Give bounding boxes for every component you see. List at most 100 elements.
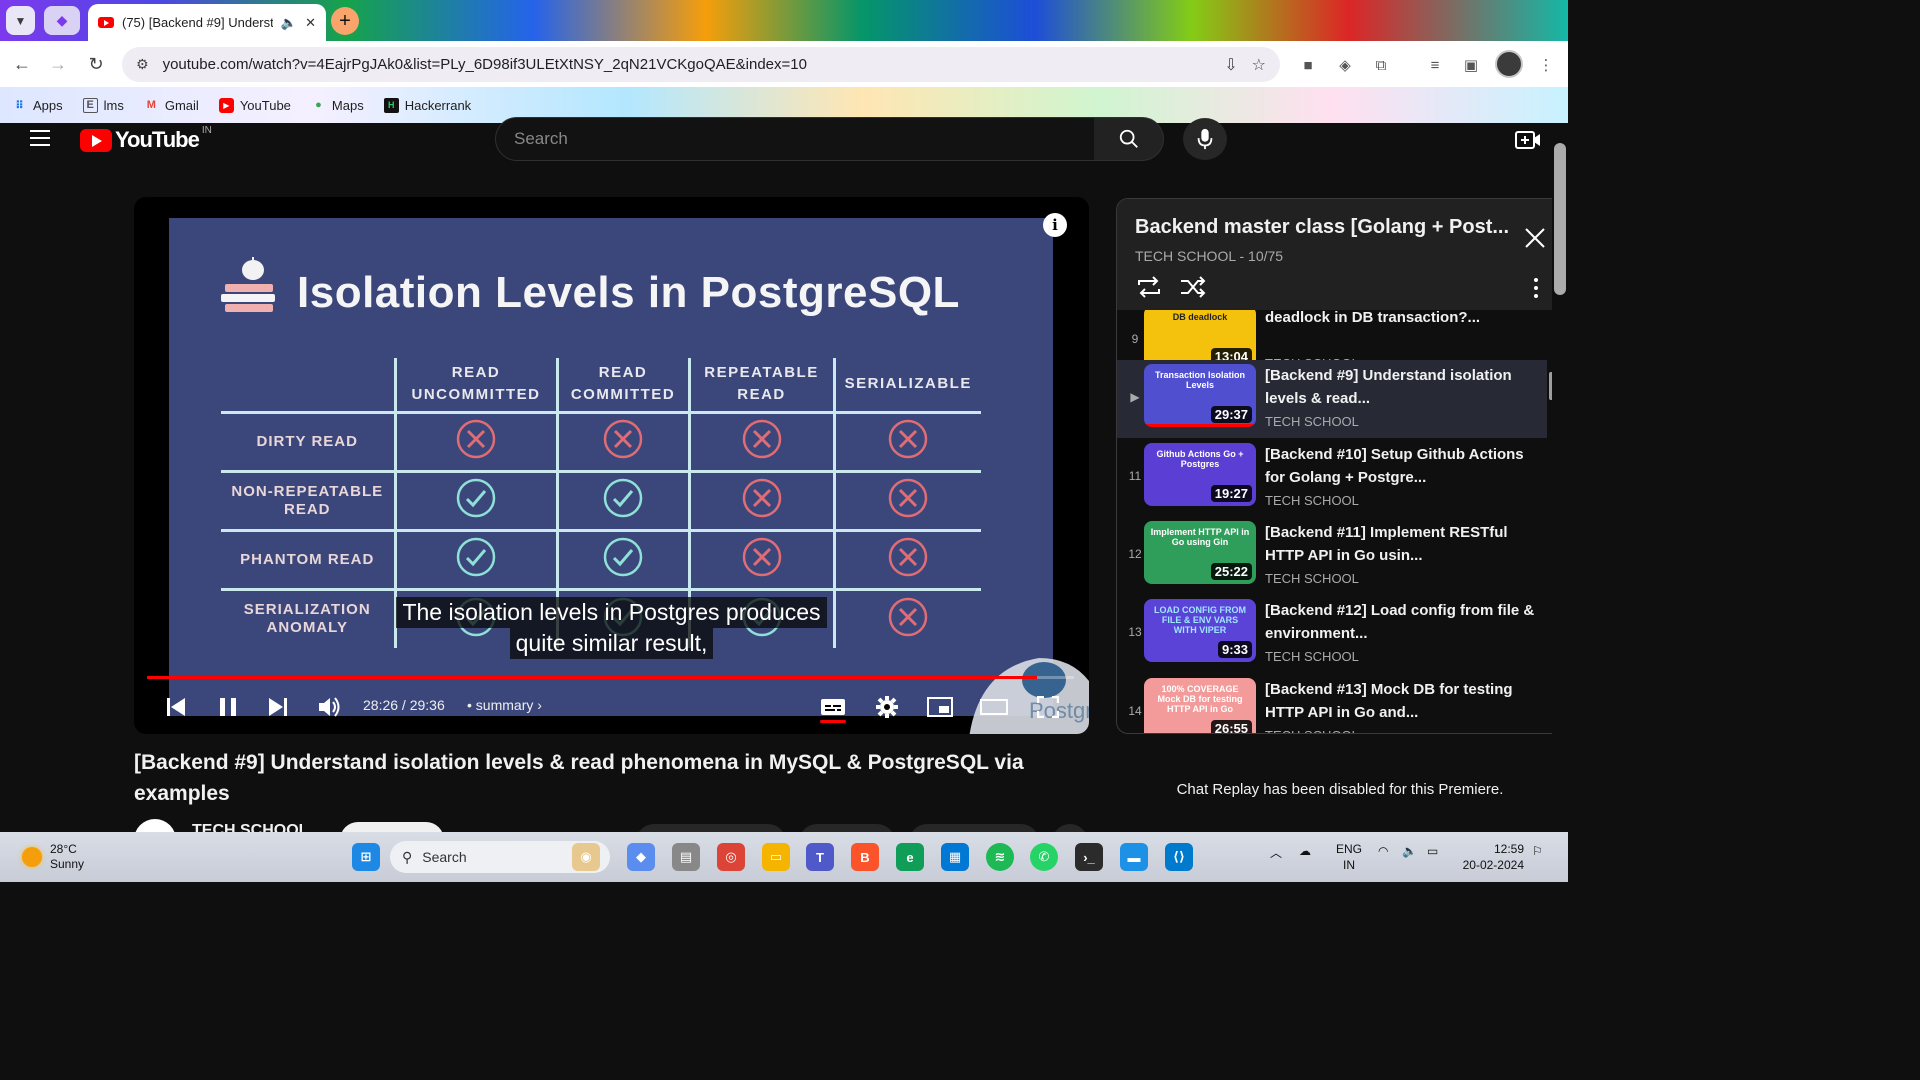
playlist-item-title[interactable]: [Backend #13] Mock DB for testing HTTP A… [1265, 678, 1535, 724]
playlist-item[interactable]: ▶ Transaction Isolation Levels 29:37 [Backe… [1117, 360, 1547, 438]
brave-icon[interactable]: B [851, 843, 879, 871]
settings-button[interactable] [873, 693, 901, 721]
extensions-puzzle-icon[interactable]: ⧉ [1369, 53, 1393, 77]
clock[interactable]: 12:59 20-02-2024 [1460, 841, 1524, 873]
wifi-icon[interactable]: ◠ [1378, 844, 1388, 858]
task-view-icon[interactable]: ▤ [672, 843, 700, 871]
teams-icon[interactable]: T [806, 843, 834, 871]
new-tab-button[interactable]: + [331, 7, 359, 35]
youtube-logo[interactable]: YouTube IN [80, 125, 212, 153]
bookmark-youtube[interactable]: ▶ YouTube [218, 97, 291, 113]
create-video-button[interactable] [1515, 129, 1541, 151]
voice-search-button[interactable] [1183, 118, 1227, 160]
pause-button[interactable] [216, 693, 240, 721]
playlist-item-channel[interactable]: TECH SCHOOL [1265, 493, 1359, 508]
playlist-item-title[interactable]: [Backend #10] Setup Github Actions for G… [1265, 443, 1535, 489]
playlist-title[interactable]: Backend master class [Golang + Post... [1135, 216, 1515, 239]
info-icon[interactable]: i [1043, 213, 1067, 237]
bookmark-lms[interactable]: E lms [82, 97, 124, 113]
url-text[interactable]: youtube.com/watch?v=4EajrPgJAk0&list=PLy… [163, 56, 1211, 73]
show-hidden-icons-icon[interactable]: ︿ [1270, 844, 1282, 861]
cake-widget-icon[interactable]: ◉ [572, 843, 600, 871]
tab-search-chevron-icon[interactable]: ▼ [6, 6, 35, 35]
playlist-item[interactable]: 13 LOAD CONFIG FROM FILE & ENV VARS WITH … [1117, 595, 1547, 673]
bookmark-apps[interactable]: ⠿ Apps [12, 98, 62, 113]
chrome-icon[interactable]: ◎ [717, 843, 745, 871]
tab-youtube[interactable]: (75) [Backend #9] Understa 🔈 ✕ [88, 4, 326, 41]
bookmark-star-icon[interactable]: ☆ [1252, 55, 1266, 75]
previous-button[interactable] [164, 693, 188, 721]
more-vertical-icon[interactable] [1533, 277, 1539, 299]
fullscreen-button[interactable] [1034, 693, 1062, 721]
profile-avatar[interactable] [1495, 50, 1523, 78]
playlist-item-title[interactable]: [Backend #12] Load config from file & en… [1265, 599, 1535, 645]
pinned-extension-icon[interactable]: ◆ [44, 6, 80, 35]
bookmark-maps[interactable]: ● Maps [311, 98, 364, 113]
page-scrollbar[interactable] [1552, 123, 1568, 832]
forward-arrow-icon[interactable]: → [45, 51, 71, 77]
video-thumbnail[interactable]: Transaction Isolation Levels 29:37 [1144, 364, 1256, 427]
bookmark-hackerrank[interactable]: H Hackerrank [383, 97, 471, 113]
weather-widget[interactable]: 28°C Sunny [22, 842, 84, 872]
volume-icon[interactable]: 🔈 [1402, 844, 1417, 858]
playlist-item[interactable]: 12 Implement HTTP API in Go using Gin 25:2… [1117, 517, 1547, 595]
subtitles-button[interactable] [819, 693, 847, 721]
shuffle-icon[interactable] [1179, 275, 1207, 299]
playlist-item-channel[interactable]: TECH SCHOOL [1265, 728, 1359, 733]
page-scroll-thumb[interactable] [1554, 143, 1566, 295]
store-icon[interactable]: ▦ [941, 843, 969, 871]
playlist-item-title[interactable]: [Backend #9] Understand isolation levels… [1265, 364, 1535, 410]
hamburger-menu-icon[interactable] [30, 130, 50, 146]
spotify-icon[interactable]: ≋ [986, 843, 1014, 871]
playlist-item-channel[interactable]: TECH SCHOOL [1265, 571, 1359, 586]
mute-button[interactable] [316, 693, 344, 721]
vscode-icon[interactable]: ⟨⟩ [1165, 843, 1193, 871]
terminal-icon[interactable]: ›_ [1075, 843, 1103, 871]
video-thumbnail[interactable]: Implement HTTP API in Go using Gin 25:22 [1144, 521, 1256, 584]
loop-icon[interactable] [1135, 275, 1163, 299]
reload-icon[interactable]: ↻ [83, 51, 109, 77]
cloud-icon[interactable]: ☁ [1299, 844, 1311, 858]
miniplayer-button[interactable] [926, 693, 954, 721]
playlist-item[interactable]: 14 100% COVERAGE Mock DB for testing HTTP… [1117, 674, 1547, 733]
input-language[interactable]: ENG IN [1336, 841, 1362, 873]
file-explorer-icon[interactable]: ▭ [762, 843, 790, 871]
video-thumbnail[interactable]: Github Actions Go + Postgres 19:27 [1144, 443, 1256, 506]
back-arrow-icon[interactable]: ← [9, 51, 35, 77]
close-icon[interactable] [1523, 226, 1547, 250]
whatsapp-icon[interactable]: ✆ [1030, 843, 1058, 871]
playlist-item-title[interactable]: [Backend #11] Implement RESTful HTTP API… [1265, 521, 1535, 567]
shield-extension-icon[interactable]: ◈ [1333, 53, 1357, 77]
video-thumbnail[interactable]: 100% COVERAGE Mock DB for testing HTTP A… [1144, 678, 1256, 733]
duration-badge: 29:37 [1210, 406, 1252, 423]
side-panel-icon[interactable]: ▣ [1459, 53, 1483, 77]
docker-icon[interactable]: ▬ [1120, 843, 1148, 871]
speaker-icon[interactable]: 🔈 [281, 15, 297, 31]
video-player[interactable]: Isolation Levels in PostgreSQL READ UNCO… [134, 197, 1089, 734]
playlist-item[interactable]: 11 Github Actions Go + Postgres 19:27 [Back… [1117, 439, 1547, 517]
playlist-item-title[interactable]: deadlock in DB transaction?... [1265, 310, 1535, 329]
install-app-icon[interactable]: ⇩ [1224, 55, 1237, 75]
caption-line-2: quite similar result, [509, 628, 714, 659]
playlist-item-channel[interactable]: TECH SCHOOL [1265, 649, 1359, 664]
next-button[interactable] [266, 693, 290, 721]
site-settings-icon[interactable]: ⚙ [136, 56, 149, 73]
copilot-icon[interactable]: ◆ [627, 843, 655, 871]
progress-bar[interactable] [147, 676, 1074, 679]
video-thumbnail[interactable]: LOAD CONFIG FROM FILE & ENV VARS WITH VI… [1144, 599, 1256, 662]
playlist-item-channel[interactable]: TECH SCHOOL [1265, 414, 1359, 429]
edge-icon[interactable]: e [896, 843, 924, 871]
address-bar[interactable]: ⚙ youtube.com/watch?v=4EajrPgJAk0&list=P… [122, 47, 1280, 82]
extension-icon[interactable]: ■ [1296, 53, 1320, 77]
chapter-button[interactable]: • summary › [467, 697, 542, 713]
battery-icon[interactable]: ▭ [1427, 844, 1438, 858]
close-tab-icon[interactable]: ✕ [305, 15, 316, 31]
notification-bell-icon[interactable]: ⚐ [1532, 844, 1543, 858]
media-control-icon[interactable]: ≡ [1423, 53, 1447, 77]
more-menu-icon[interactable]: ⋮ [1534, 53, 1558, 77]
search-button[interactable] [1094, 117, 1164, 161]
bookmark-gmail[interactable]: M Gmail [144, 98, 199, 113]
search-input[interactable]: Search [495, 117, 1095, 161]
theater-mode-button[interactable] [980, 693, 1008, 721]
windows-start-icon[interactable]: ⊞ [352, 843, 380, 871]
